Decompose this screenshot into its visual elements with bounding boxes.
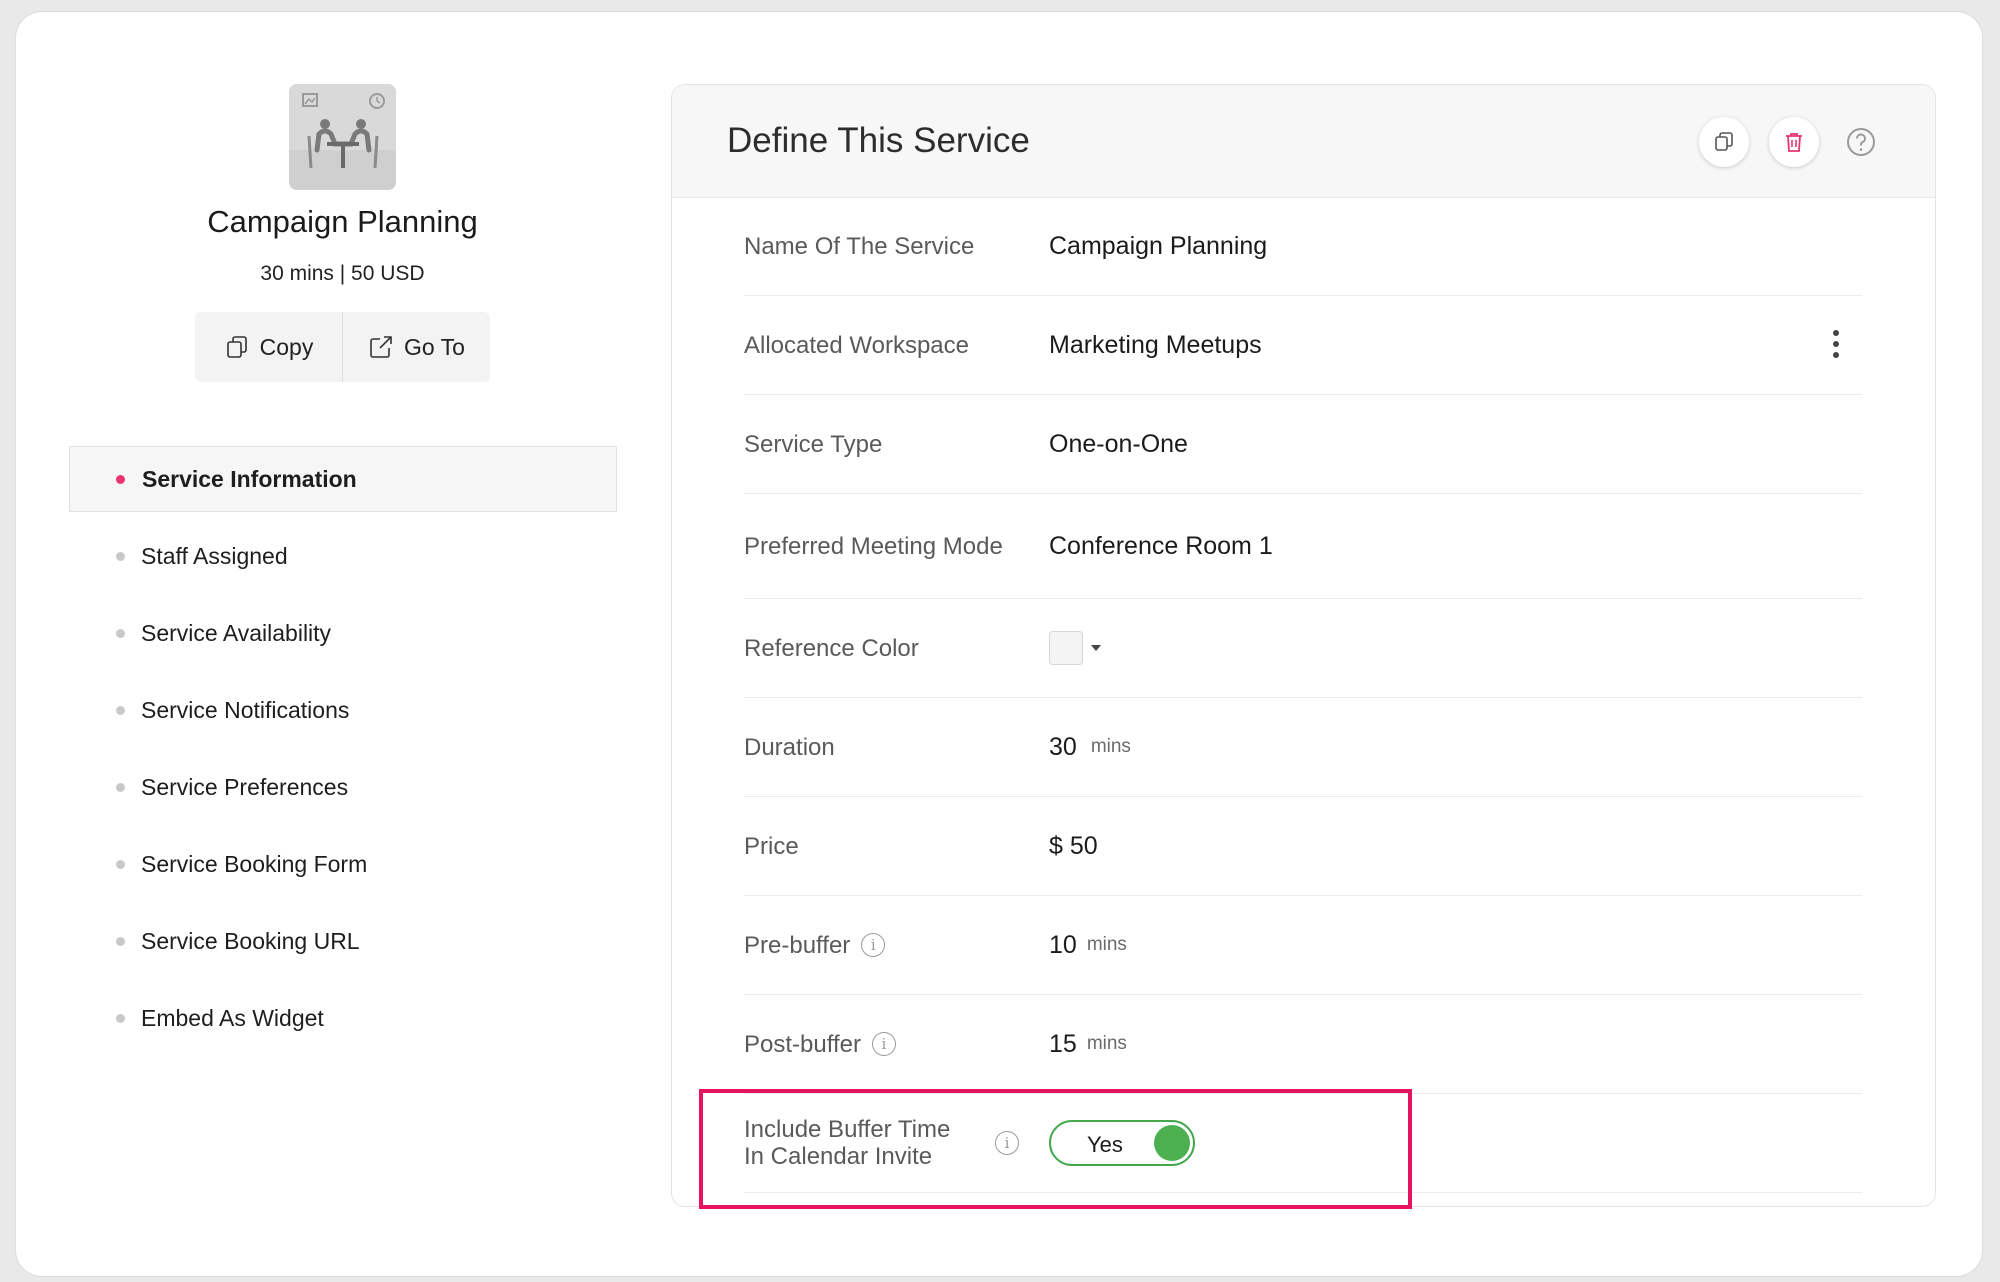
nav-item-embed-as-widget[interactable]: Embed As Widget <box>69 985 617 1051</box>
row-pre-buffer: Pre-buffer i 10 mins <box>744 896 1862 995</box>
info-icon[interactable]: i <box>871 1032 896 1056</box>
row-reference-color: Reference Color <box>744 599 1862 698</box>
pre-buffer-unit: mins <box>1086 934 1127 955</box>
nav-item-service-notifications[interactable]: Service Notifications <box>69 677 617 743</box>
nav-item-label: Service Booking URL <box>141 927 360 954</box>
help-button[interactable] <box>1836 117 1886 167</box>
duration-number: 30 <box>1049 732 1077 761</box>
include-buffer-control: Yes <box>1049 1094 1195 1192</box>
nav-item-service-availability[interactable]: Service Availability <box>69 600 617 666</box>
post-buffer-label: Post-buffer <box>744 1030 861 1058</box>
field-label: Allocated Workspace <box>744 331 969 359</box>
toggle-knob <box>1154 1125 1190 1161</box>
service-meta: 30 mins | 50 USD <box>260 262 425 285</box>
nav-item-service-preferences[interactable]: Service Preferences <box>69 754 617 820</box>
copy-button[interactable]: Copy <box>195 312 342 382</box>
service-title: Campaign Planning <box>207 204 478 239</box>
duration-value[interactable]: 30 mins <box>1049 698 1131 796</box>
service-type-value[interactable]: One-on-One <box>1049 395 1188 493</box>
service-nav: Service Information Staff Assigned Servi… <box>69 446 617 1062</box>
service-actions: Copy Go To <box>195 312 490 382</box>
row-service-type: Service Type One-on-One <box>744 395 1862 494</box>
go-to-button-label: Go To <box>404 333 465 360</box>
nav-item-label: Staff Assigned <box>141 542 288 569</box>
row-service-name: Name Of The Service Campaign Planning <box>744 197 1862 296</box>
nav-item-service-information[interactable]: Service Information <box>69 446 617 512</box>
field-label: Name Of The Service <box>744 232 975 260</box>
row-price: Price $ 50 <box>744 797 1862 896</box>
field-label: Pre-buffer i <box>744 896 1024 994</box>
info-icon[interactable]: i <box>861 933 886 957</box>
bullet-dot <box>116 706 125 715</box>
copy-icon <box>1715 132 1733 151</box>
service-name-value[interactable]: Campaign Planning <box>1049 197 1267 295</box>
color-picker[interactable] <box>1049 599 1101 697</box>
meeting-illustration-icon <box>289 84 396 190</box>
card-header: Define This Service <box>672 85 1935 198</box>
service-thumbnail <box>289 84 396 190</box>
nav-item-label: Service Preferences <box>141 773 349 800</box>
help-icon <box>1847 128 1875 156</box>
row-allocated-workspace: Allocated Workspace Marketing Meetups <box>744 296 1862 395</box>
field-label: Reference Color <box>744 634 919 662</box>
field-label: Post-buffer i <box>744 995 1024 1093</box>
pre-buffer-number: 10 <box>1049 930 1077 959</box>
post-buffer-unit: mins <box>1086 1033 1127 1054</box>
bullet-dot <box>116 1014 125 1023</box>
post-buffer-value[interactable]: 15 mins <box>1049 995 1127 1093</box>
field-label: Price <box>744 832 799 860</box>
card-title: Define This Service <box>727 121 1030 160</box>
workspace-value[interactable]: Marketing Meetups <box>1049 296 1262 394</box>
bullet-dot <box>116 783 125 792</box>
nav-item-label: Service Booking Form <box>141 850 368 877</box>
service-fields: Name Of The Service Campaign Planning Al… <box>744 197 1862 1193</box>
duration-unit: mins <box>1090 736 1131 757</box>
copy-icon <box>226 336 247 358</box>
duplicate-service-button[interactable] <box>1699 117 1749 167</box>
nav-item-label: Service Availability <box>141 619 332 646</box>
price-value[interactable]: $ 50 <box>1049 797 1098 895</box>
nav-item-service-booking-form[interactable]: Service Booking Form <box>69 831 617 897</box>
post-buffer-number: 15 <box>1049 1029 1077 1058</box>
nav-item-service-booking-url[interactable]: Service Booking URL <box>69 908 617 974</box>
field-label: Preferred Meeting Mode <box>744 532 1003 560</box>
pre-buffer-label: Pre-buffer <box>744 931 851 959</box>
external-link-icon <box>370 336 392 358</box>
trash-icon <box>1786 133 1802 152</box>
bullet-dot <box>116 937 125 946</box>
bullet-dot <box>116 629 125 638</box>
include-buffer-label: Include Buffer Time In Calendar Invite <box>744 1116 951 1170</box>
color-swatch[interactable] <box>1049 631 1083 665</box>
service-details-card: Define This Service Name Of The Service … <box>671 84 1936 1207</box>
go-to-button[interactable]: Go To <box>342 312 490 382</box>
more-options-icon[interactable] <box>1832 330 1840 363</box>
nav-item-staff-assigned[interactable]: Staff Assigned <box>69 523 617 589</box>
copy-button-label: Copy <box>259 333 314 360</box>
info-icon[interactable]: i <box>995 1131 1019 1155</box>
caret-down-icon[interactable] <box>1091 645 1101 651</box>
row-include-buffer: Include Buffer Time In Calendar Invite i… <box>744 1094 1862 1193</box>
include-buffer-toggle[interactable]: Yes <box>1049 1120 1195 1166</box>
toggle-label: Yes <box>1087 1132 1123 1157</box>
active-dot <box>116 475 125 484</box>
nav-item-label: Embed As Widget <box>141 1004 324 1031</box>
bullet-dot <box>116 860 125 869</box>
bullet-dot <box>116 552 125 561</box>
row-post-buffer: Post-buffer i 15 mins <box>744 995 1862 1094</box>
nav-item-label: Service Information <box>142 465 357 492</box>
field-label: Service Type <box>744 430 883 458</box>
field-label: Duration <box>744 733 835 761</box>
delete-service-button[interactable] <box>1769 117 1819 167</box>
pre-buffer-value[interactable]: 10 mins <box>1049 896 1127 994</box>
row-meeting-mode: Preferred Meeting Mode Conference Room 1 <box>744 494 1862 599</box>
meeting-mode-value[interactable]: Conference Room 1 <box>1049 494 1273 598</box>
row-duration: Duration 30 mins <box>744 698 1862 797</box>
nav-item-label: Service Notifications <box>141 696 350 723</box>
